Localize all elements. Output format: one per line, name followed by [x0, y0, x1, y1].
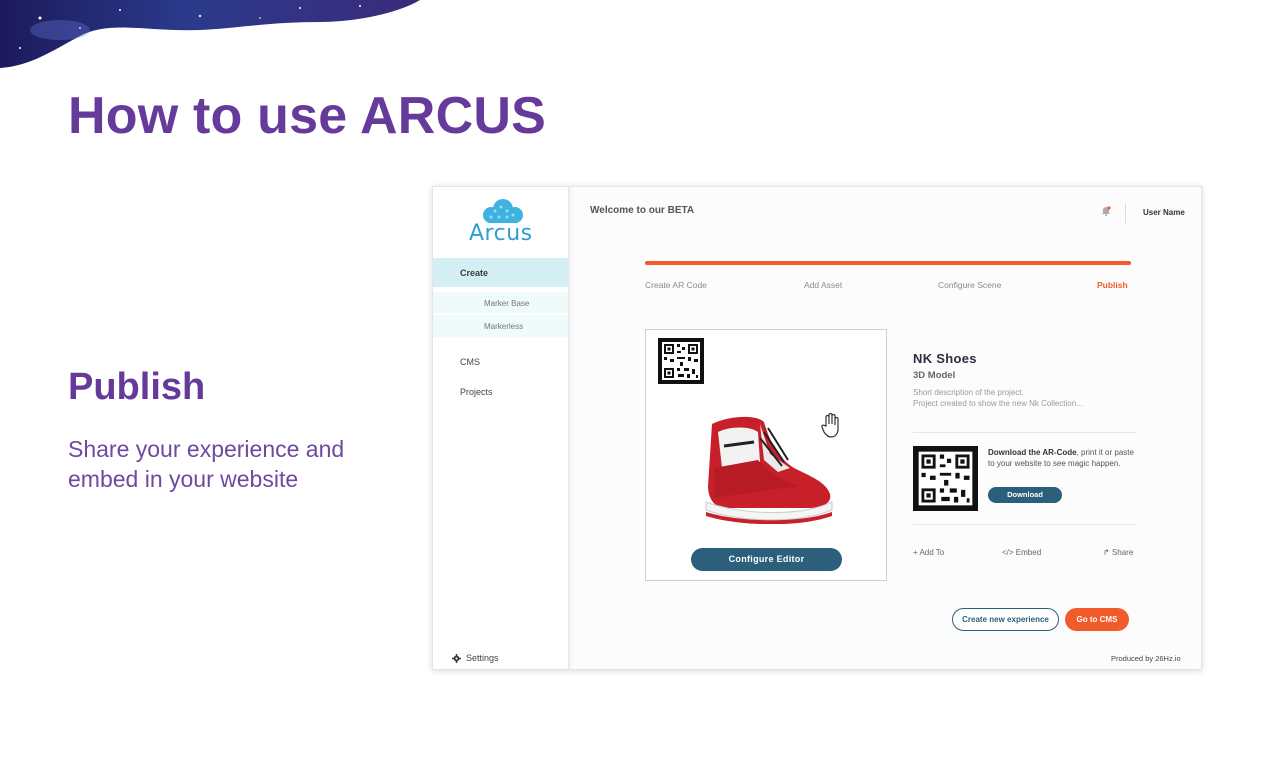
divider — [913, 432, 1137, 433]
sidebar-item-marker-base[interactable]: Marker Base — [433, 292, 568, 314]
download-title: Download the AR-Code — [988, 448, 1077, 457]
project-description: Short description of the project. Projec… — [913, 387, 1143, 409]
settings-label: Settings — [466, 653, 499, 663]
ar-qr-code-icon — [913, 446, 978, 511]
step-publish[interactable]: Publish — [1097, 280, 1128, 290]
project-type: 3D Model — [913, 370, 956, 381]
sidebar-item-markerless[interactable]: Markerless — [433, 315, 568, 337]
username[interactable]: User Name — [1143, 208, 1185, 217]
create-new-experience-button[interactable]: Create new experience — [952, 608, 1059, 631]
step-create-ar-code[interactable]: Create AR Code — [645, 280, 707, 290]
download-instructions: Download the AR-Code, print it or paste … — [988, 447, 1138, 469]
step-configure-scene[interactable]: Configure Scene — [938, 280, 1001, 290]
produced-by-text: Produced by 26Hz.io — [1111, 654, 1181, 663]
section-title: Publish — [68, 366, 206, 408]
project-name: NK Shoes — [913, 351, 977, 366]
sidebar-item-create[interactable]: Create — [433, 258, 568, 287]
hand-gesture-icon — [821, 412, 839, 438]
notification-bell-icon[interactable] — [1100, 205, 1112, 217]
qr-code-icon — [658, 338, 704, 384]
settings-link[interactable]: Settings — [452, 653, 499, 663]
slide-title: How to use ARCUS — [68, 87, 546, 145]
gear-icon — [452, 653, 461, 663]
app-window: Arcus Create Marker Base Markerless CMS … — [432, 186, 1202, 670]
configure-editor-button[interactable]: Configure Editor — [691, 548, 842, 571]
logo-text: Arcus — [469, 221, 533, 246]
preview-panel: Configure Editor — [645, 329, 887, 581]
share-action[interactable]: ↱ Share — [1103, 548, 1133, 557]
welcome-text: Welcome to our BETA — [590, 205, 695, 216]
divider — [913, 524, 1137, 525]
progress-bar — [645, 261, 1131, 265]
sneaker-image — [705, 416, 833, 524]
project-description-line2: Project created to show the new Nk Colle… — [913, 399, 1083, 408]
sidebar-item-projects[interactable]: Projects — [460, 387, 493, 397]
sidebar: Arcus Create Marker Base Markerless CMS … — [433, 187, 569, 669]
galaxy-decoration — [0, 0, 420, 68]
embed-action[interactable]: </> Embed — [1002, 548, 1041, 557]
add-to-action[interactable]: + Add To — [913, 548, 944, 557]
project-description-line1: Short description of the project. — [913, 388, 1024, 397]
topbar-divider — [1125, 203, 1126, 223]
go-to-cms-button[interactable]: Go to CMS — [1065, 608, 1129, 631]
sidebar-item-cms[interactable]: CMS — [460, 357, 480, 367]
section-description: Share your experience and embed in your … — [68, 436, 345, 492]
download-button[interactable]: Download — [988, 487, 1062, 503]
step-add-asset[interactable]: Add Asset — [804, 280, 842, 290]
